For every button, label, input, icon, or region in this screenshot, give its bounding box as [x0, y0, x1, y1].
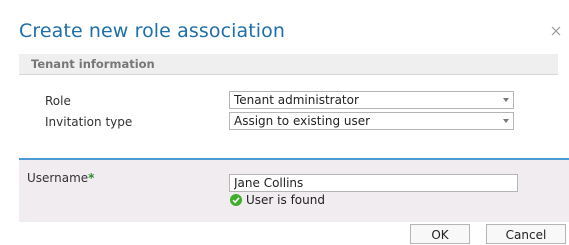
username-label-text: Username: [27, 171, 89, 185]
role-label: Role: [45, 94, 71, 108]
chevron-down-icon: [503, 119, 509, 123]
chevron-down-icon: [503, 98, 509, 102]
username-label: Username*: [27, 171, 94, 185]
check-circle-icon: [230, 194, 242, 206]
role-select-value: Tenant administrator: [234, 93, 359, 107]
user-found-text: User is found: [246, 193, 325, 207]
create-role-association-dialog: Create new role association Tenant infor…: [0, 0, 569, 244]
user-found-status: User is found: [230, 193, 325, 207]
role-select[interactable]: Tenant administrator: [229, 91, 514, 109]
cancel-button[interactable]: Cancel: [486, 224, 566, 244]
invitation-type-label: Invitation type: [45, 115, 133, 129]
invitation-type-select[interactable]: Assign to existing user: [229, 112, 514, 130]
username-input[interactable]: [229, 174, 518, 192]
dialog-title: Create new role association: [19, 20, 286, 42]
tenant-information-header: Tenant information: [19, 54, 558, 75]
ok-button[interactable]: OK: [410, 224, 470, 244]
close-icon[interactable]: [550, 22, 562, 36]
required-asterisk: *: [88, 171, 95, 185]
invitation-type-select-value: Assign to existing user: [234, 114, 371, 128]
section-header-label: Tenant information: [31, 57, 155, 71]
